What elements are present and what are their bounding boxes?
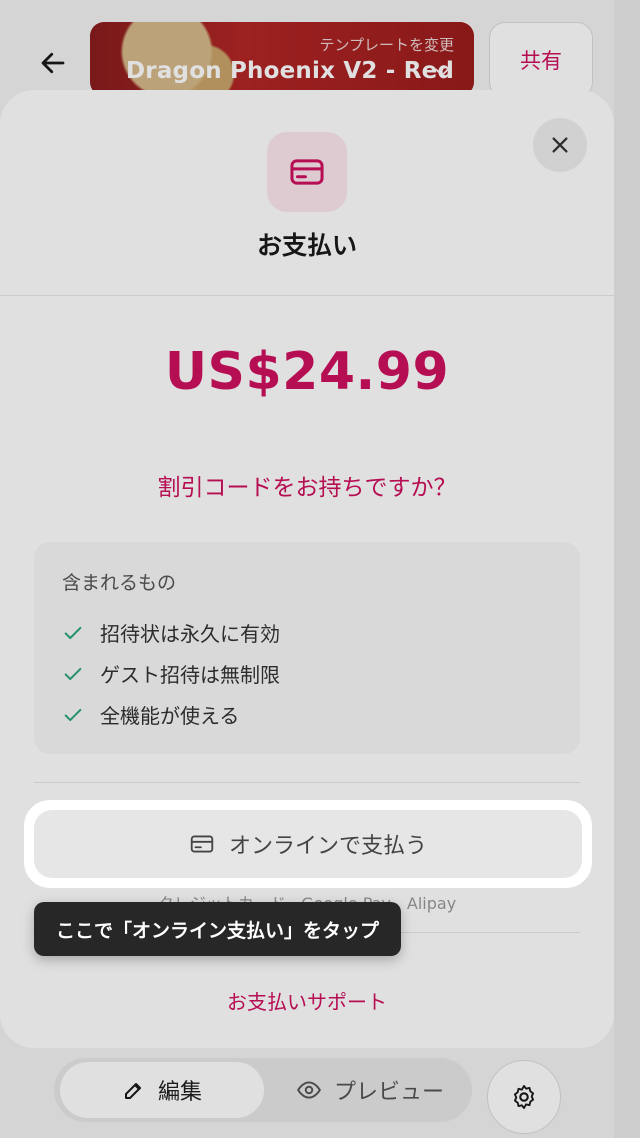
dim-overlay <box>0 0 640 1138</box>
coach-tooltip: ここで「オンライン支払い」をタップ <box>34 902 402 956</box>
dim-overlay-edge <box>614 0 640 1138</box>
pay-online-label: オンラインで支払う <box>228 834 427 859</box>
pay-online-button[interactable]: オンラインで支払う <box>34 810 582 878</box>
credit-card-icon <box>190 835 214 853</box>
